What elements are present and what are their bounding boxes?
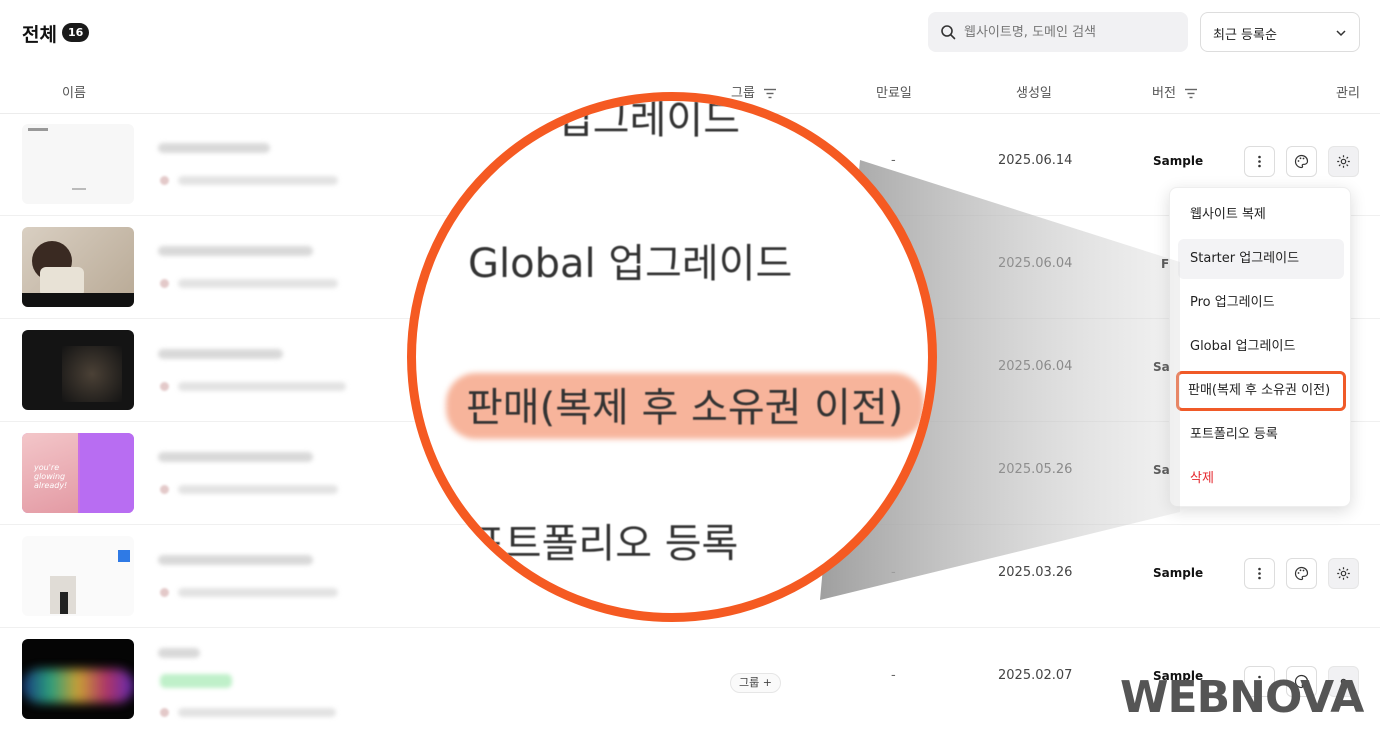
site-domain-blurred [178, 485, 338, 494]
column-manage: 관리 [1336, 86, 1360, 101]
chevron-down-icon [1336, 30, 1346, 37]
favicon [160, 485, 169, 494]
filter-icon[interactable] [763, 88, 777, 99]
site-domain-blurred [178, 176, 338, 185]
column-name: 이름 [62, 86, 86, 101]
search-input[interactable] [964, 12, 1179, 52]
palette-icon [1294, 154, 1309, 169]
site-domain-blurred [178, 279, 338, 288]
created-date: 2025.05.26 [998, 462, 1073, 477]
magnifier-text: 포트폴리오 등록 [468, 521, 739, 567]
site-domain-blurred [178, 588, 338, 597]
site-thumbnail[interactable] [22, 227, 134, 307]
more-vertical-icon [1258, 567, 1261, 580]
design-button[interactable] [1286, 558, 1317, 589]
site-domain-blurred [178, 708, 336, 717]
favicon [160, 176, 169, 185]
created-date: 2025.02.07 [998, 668, 1073, 683]
count-badge: 16 [62, 23, 90, 42]
settings-menu: 웹사이트 복제 Starter 업그레이드 Pro 업그레이드 Global 업… [1169, 187, 1351, 507]
more-button[interactable] [1244, 146, 1275, 177]
column-version[interactable]: 버전 [1152, 82, 1198, 101]
sort-label: 최근 등록순 [1213, 28, 1277, 43]
status-badge-blurred [160, 674, 232, 688]
site-name-blurred [158, 452, 313, 462]
settings-button[interactable] [1328, 146, 1359, 177]
site-domain-blurred [178, 382, 346, 391]
created-date: 2025.06.14 [998, 153, 1073, 168]
created-date: 2025.03.26 [998, 565, 1073, 580]
menu-item-delete[interactable]: 삭제 [1178, 459, 1344, 499]
sort-select[interactable]: 최근 등록순 [1200, 12, 1360, 52]
menu-item-global-upgrade[interactable]: Global 업그레이드 [1178, 327, 1344, 367]
version-label: F [1161, 257, 1170, 271]
site-thumbnail[interactable] [22, 330, 134, 410]
menu-item-starter-upgrade[interactable]: Starter 업그레이드 [1178, 239, 1344, 279]
thumbnail-text: you're glowing already! [34, 463, 68, 490]
gear-icon [1337, 567, 1350, 580]
site-thumbnail[interactable] [22, 639, 134, 719]
page-header: 전체 16 최근 등록순 [0, 0, 1380, 66]
column-expire: 만료일 [876, 86, 912, 101]
settings-button[interactable] [1328, 558, 1359, 589]
site-name-blurred [158, 143, 270, 153]
column-group[interactable]: 그룹 [731, 82, 777, 101]
group-add-chip[interactable]: 그룹 + [730, 673, 781, 693]
design-button[interactable] [1286, 146, 1317, 177]
column-version-label: 버전 [1152, 86, 1176, 101]
site-thumbnail[interactable] [22, 124, 134, 204]
menu-item-sell[interactable]: 판매(복제 후 소유권 이전) [1176, 371, 1346, 411]
search-icon [941, 25, 956, 40]
site-name-blurred [158, 555, 313, 565]
created-date: 2025.06.04 [998, 359, 1073, 374]
expire-date: - [891, 668, 896, 683]
gear-icon [1337, 155, 1350, 168]
magnifier-text-highlighted: 판매(복제 후 소유권 이전) [466, 385, 904, 431]
filter-icon[interactable] [1184, 88, 1198, 99]
favicon [160, 708, 169, 717]
search-box[interactable] [928, 12, 1188, 52]
site-name-blurred [158, 349, 283, 359]
menu-item-pro-upgrade[interactable]: Pro 업그레이드 [1178, 283, 1344, 323]
site-name-blurred [158, 246, 313, 256]
expire-date: - [891, 153, 896, 168]
palette-icon [1294, 566, 1309, 581]
menu-item-duplicate[interactable]: 웹사이트 복제 [1178, 195, 1344, 235]
favicon [160, 588, 169, 597]
magnifier-text: Global 업그레이드 [468, 241, 793, 287]
watermark-logo: WEBNOVA [1120, 672, 1364, 723]
site-thumbnail[interactable]: you're glowing already! [22, 433, 134, 513]
magnifier-callout: 업그레이드 Global 업그레이드 판매(복제 후 소유권 이전) 포트폴리오… [407, 92, 937, 622]
menu-item-portfolio[interactable]: 포트폴리오 등록 [1178, 415, 1344, 455]
created-date: 2025.06.04 [998, 256, 1073, 271]
more-button[interactable] [1244, 558, 1275, 589]
version-label: Sample [1153, 566, 1204, 580]
page-title: 전체 [22, 24, 57, 46]
site-name-blurred [158, 648, 200, 658]
favicon [160, 382, 169, 391]
more-vertical-icon [1258, 155, 1261, 168]
column-created: 생성일 [1016, 86, 1052, 101]
version-label: Sample [1153, 154, 1204, 168]
favicon [160, 279, 169, 288]
site-thumbnail[interactable] [22, 536, 134, 616]
expire-date: - [891, 565, 896, 580]
